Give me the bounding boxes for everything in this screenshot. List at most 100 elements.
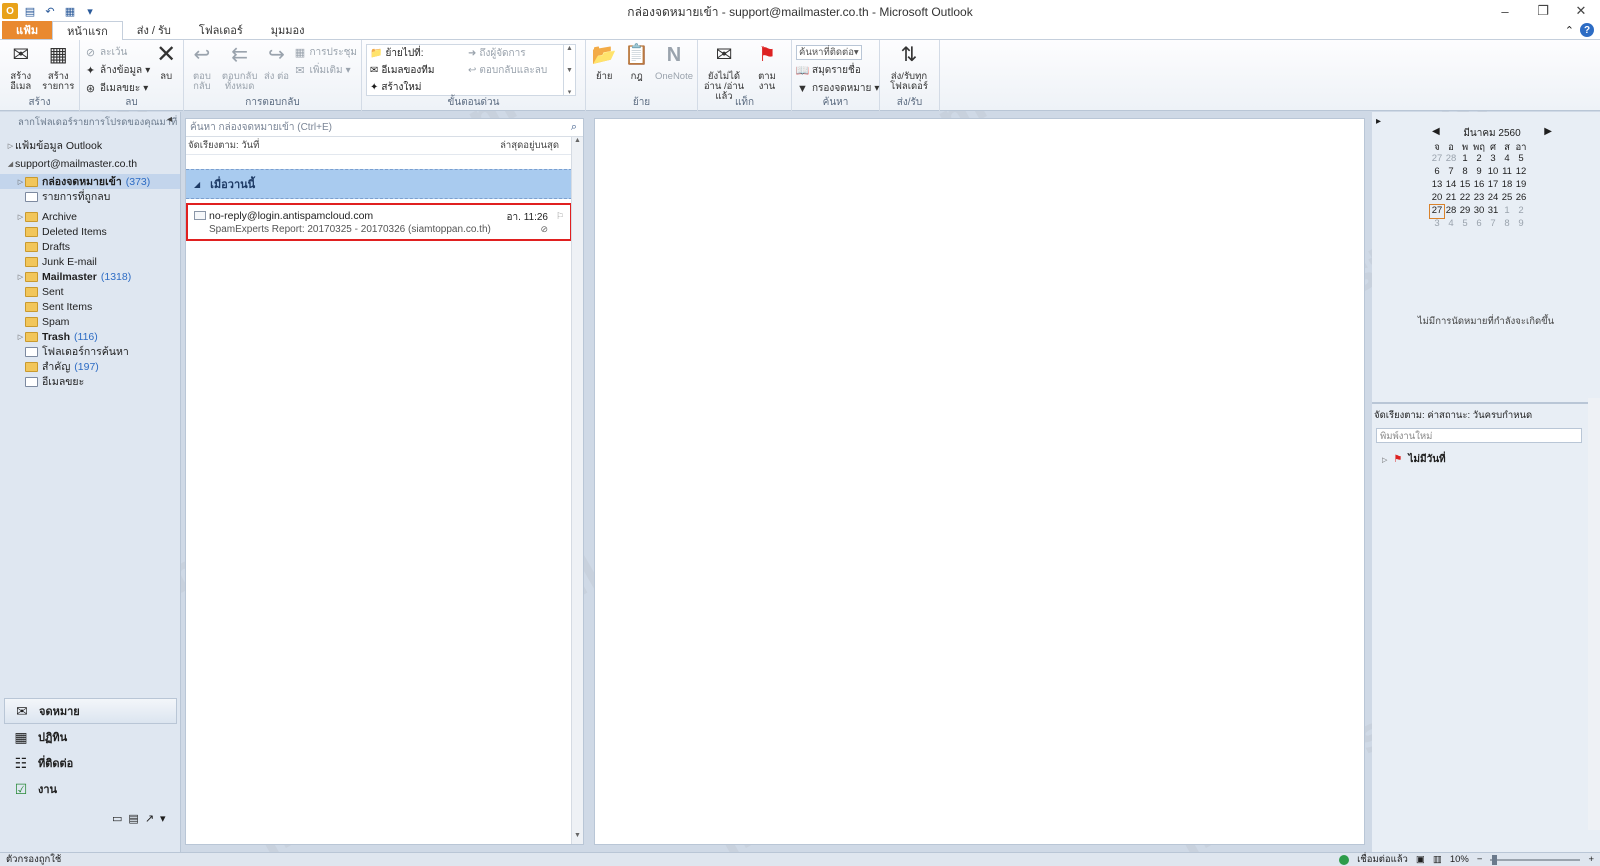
calendar-day[interactable]: 6 [1472, 218, 1486, 231]
collapse-nav-icon[interactable]: ◂ [167, 114, 172, 125]
flag-outline-icon[interactable]: ⚐ [556, 211, 564, 222]
folder-expander-icon[interactable]: ▷ [16, 273, 25, 281]
scroll-down-icon[interactable]: ▼ [572, 832, 583, 844]
nav-contacts-button[interactable]: ☷ ที่ติดต่อ [4, 750, 177, 776]
folder-item[interactable]: ▷ Archive [0, 209, 180, 224]
quicksteps-scroll[interactable]: ▲ ▼ ▾ [563, 45, 575, 96]
quickstep-create-new[interactable]: ✦ สร้างใหม่ [367, 79, 465, 96]
calendar-day[interactable]: 8 [1458, 166, 1472, 179]
calendar-day[interactable]: 7 [1444, 166, 1458, 179]
next-month-icon[interactable]: ▶ [1544, 126, 1552, 141]
folder-expander-icon[interactable]: ▷ [16, 178, 25, 186]
notes-icon[interactable]: ▭ [112, 812, 122, 825]
folder-item[interactable]: โฟลเดอร์การค้นหา [0, 344, 180, 359]
undo-icon[interactable]: ↶ [42, 3, 58, 19]
tab-home[interactable]: หน้าแรก [52, 21, 123, 40]
task-group-header[interactable]: ▷ ⚑ ไม่มีวันที่ [1382, 452, 1446, 467]
calendar-day[interactable]: 1 [1500, 205, 1514, 218]
tab-send-receive[interactable]: ส่ง / รับ [123, 21, 185, 39]
find-contact-input[interactable]: ค้นหาที่ติดต่อ ▾ [796, 45, 862, 60]
calendar-day[interactable]: 13 [1430, 179, 1444, 192]
tab-view[interactable]: มุมมอง [257, 21, 319, 39]
message-group-header[interactable]: ◢ เมื่อวานนี้ [186, 169, 572, 199]
send-receive-icon[interactable]: ▤ [22, 3, 38, 19]
collapse-group-icon[interactable]: ◢ [194, 180, 200, 189]
message-list-scrollbar[interactable]: ▲ ▼ [571, 137, 583, 844]
calendar-day[interactable]: 21 [1444, 192, 1458, 205]
folder-item[interactable]: ▷ Trash (116) [0, 329, 180, 344]
sort-order-button[interactable]: ล่าสุดอยู่บนสุด [500, 138, 559, 153]
reading-view-icon[interactable]: ▥ [1433, 854, 1442, 865]
scroll-up-icon[interactable]: ▲ [572, 137, 583, 149]
message-item[interactable]: no-reply@login.antispamcloud.com อา. 11:… [186, 203, 572, 241]
calendar-day[interactable]: 16 [1472, 179, 1486, 192]
calendar-day[interactable]: 19 [1514, 179, 1528, 192]
prev-month-icon[interactable]: ◀ [1432, 126, 1440, 141]
calendar-day[interactable]: 27 [1429, 204, 1445, 219]
meeting-button[interactable]: ▦ การประชุม [293, 45, 357, 60]
nav-tasks-button[interactable]: ☑ งาน [4, 776, 177, 802]
calendar-day[interactable]: 25 [1500, 192, 1514, 205]
folder-item[interactable]: Drafts [0, 239, 180, 254]
cleanup-button[interactable]: ✦ ล้างข้อมูล ▾ [84, 63, 150, 78]
folder-item[interactable]: Sent Items [0, 299, 180, 314]
folder-item[interactable]: Deleted Items [0, 224, 180, 239]
calendar-day[interactable]: 4 [1444, 218, 1458, 231]
calendar-day[interactable]: 10 [1486, 166, 1500, 179]
calendar-day[interactable]: 6 [1430, 166, 1444, 179]
calendar-day[interactable]: 4 [1500, 153, 1514, 166]
calendar-day[interactable]: 31 [1486, 205, 1500, 218]
calendar-day[interactable]: 8 [1500, 218, 1514, 231]
calendar-day[interactable]: 30 [1472, 205, 1486, 218]
calendar-day[interactable]: 5 [1514, 153, 1528, 166]
calendar-day[interactable]: 28 [1444, 153, 1458, 166]
quickstep-move-to[interactable]: 📁 ย้ายไปที่: [367, 45, 465, 62]
folder-expander-icon[interactable]: ▷ [16, 333, 25, 341]
calendar-day[interactable]: 7 [1486, 218, 1500, 231]
calendar-day[interactable]: 27 [1430, 153, 1444, 166]
tab-file[interactable]: แฟ้ม [2, 21, 53, 39]
calendar-day[interactable]: 2 [1514, 205, 1528, 218]
ignore-button[interactable]: ⊘ ละเว้น [84, 45, 150, 60]
quickstep-team-email[interactable]: ✉ อีเมลของทีม [367, 62, 465, 79]
calendar-day[interactable]: 11 [1500, 166, 1514, 179]
qat-dropdown-icon[interactable]: ▾ [82, 3, 98, 19]
folder-item[interactable]: อีเมลขยะ [0, 374, 180, 389]
search-input[interactable]: ค้นหา กล่องจดหมายเข้า (Ctrl+E) ⌕ [186, 119, 583, 137]
calendar-day[interactable]: 3 [1430, 218, 1444, 231]
calendar-day[interactable]: 23 [1472, 192, 1486, 205]
calendar-day[interactable]: 14 [1444, 179, 1458, 192]
more-respond-button[interactable]: ✉ เพิ่มเติม ▾ [293, 63, 357, 78]
todo-scrollbar[interactable] [1588, 398, 1600, 830]
task-arrange-by[interactable]: จัดเรียงตาม: ค่าสถานะ: วันครบกำหนด [1374, 408, 1580, 422]
nav-mail-button[interactable]: ✉ จดหมาย [4, 698, 177, 724]
calendar-day[interactable]: 29 [1458, 205, 1472, 218]
normal-view-icon[interactable]: ▣ [1416, 854, 1425, 865]
todo-divider[interactable] [1372, 402, 1600, 404]
calendar-day[interactable]: 26 [1514, 192, 1528, 205]
folder-item[interactable]: Junk E-mail [0, 254, 180, 269]
shortcuts-icon[interactable]: ↗ [145, 812, 154, 825]
calendar-day[interactable]: 12 [1514, 166, 1528, 179]
nav-calendar-button[interactable]: ▦ ปฏิทิน [4, 724, 177, 750]
search-icon[interactable]: ⌕ [571, 121, 577, 134]
close-button[interactable]: ✕ [1562, 0, 1600, 22]
configure-buttons-icon[interactable]: ▾ [160, 812, 166, 825]
calendar-day[interactable]: 1 [1458, 153, 1472, 166]
folder-item[interactable]: ▷ Mailmaster (1318) [0, 269, 180, 284]
folder-expander-icon[interactable]: ◢ [6, 160, 15, 168]
expand-todo-icon[interactable]: ▸ [1376, 116, 1381, 127]
outlook-logo-icon[interactable]: O [2, 3, 18, 19]
new-task-input[interactable]: พิมพ์งานใหม่ [1376, 428, 1582, 443]
folder-item[interactable]: Spam [0, 314, 180, 329]
folder-item[interactable]: สำคัญ (197) [0, 359, 180, 374]
arrange-by-button[interactable]: จัดเรียงตาม: วันที่ [188, 138, 259, 153]
restore-button[interactable]: ❐ [1524, 0, 1562, 22]
junk-button[interactable]: ⊛ อีเมลขยะ ▾ [84, 81, 150, 96]
filter-email-button[interactable]: ▼ กรองจดหมาย ▾ [796, 81, 879, 96]
calendar-day[interactable]: 17 [1486, 179, 1500, 192]
calendar-day[interactable]: 3 [1486, 153, 1500, 166]
calendar-day[interactable]: 24 [1486, 192, 1500, 205]
calendar-day[interactable]: 18 [1500, 179, 1514, 192]
calendar-day[interactable]: 15 [1458, 179, 1472, 192]
